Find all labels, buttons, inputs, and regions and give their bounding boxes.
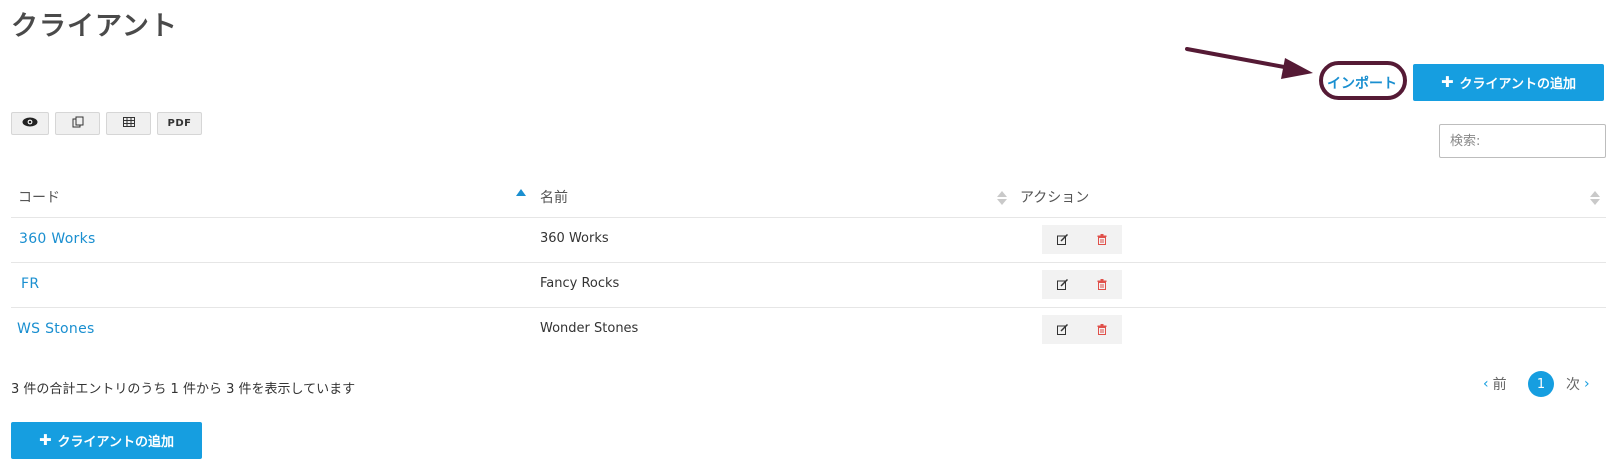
sort-icon[interactable] <box>997 190 1007 206</box>
table-info: 3 件の合計エントリのうち 1 件から 3 件を表示しています <box>11 382 356 397</box>
client-code-link[interactable]: 360 Works <box>19 231 96 247</box>
table-row: 360 Works 360 Works <box>11 218 1606 262</box>
edit-icon[interactable] <box>1052 275 1072 295</box>
add-client-button-top[interactable]: ✚ クライアントの追加 <box>1413 64 1604 101</box>
row-actions <box>1042 270 1122 299</box>
sort-ascending-icon[interactable] <box>516 189 526 196</box>
table-row: FR Fancy Rocks <box>11 263 1606 307</box>
client-code-link[interactable]: WS Stones <box>17 321 95 337</box>
client-name: Wonder Stones <box>540 321 639 336</box>
eye-icon <box>22 117 38 130</box>
plus-icon: ✚ <box>1440 73 1454 91</box>
table-icon <box>122 117 135 130</box>
table-row: WS Stones Wonder Stones <box>11 308 1606 352</box>
delete-icon[interactable] <box>1092 230 1112 250</box>
client-code-link[interactable]: FR <box>21 276 39 292</box>
plus-icon: ✚ <box>38 431 52 449</box>
pagination-page-1[interactable]: 1 <box>1528 371 1554 397</box>
add-client-button-bottom[interactable]: ✚ クライアントの追加 <box>11 422 202 459</box>
row-actions <box>1042 225 1122 254</box>
column-header-actions[interactable]: アクション <box>1020 187 1089 207</box>
sort-icon[interactable] <box>1590 190 1600 206</box>
delete-icon[interactable] <box>1092 275 1112 295</box>
chevron-right-icon: › <box>1584 376 1590 392</box>
pagination-prev[interactable]: ‹ 前 <box>1483 371 1507 397</box>
pagination-next[interactable]: 次 › <box>1566 371 1590 397</box>
pdf-button[interactable]: PDF <box>157 112 202 135</box>
edit-icon[interactable] <box>1052 320 1072 340</box>
column-header-code[interactable]: コード <box>18 187 60 207</box>
page-title: クライアント <box>11 11 178 42</box>
copy-icon <box>72 116 84 131</box>
add-client-label: クライアントの追加 <box>1459 77 1577 92</box>
client-name: 360 Works <box>540 231 609 246</box>
excel-button[interactable] <box>106 112 151 135</box>
add-client-label: クライアントの追加 <box>57 435 175 450</box>
next-label: 次 <box>1566 377 1580 393</box>
prev-label: 前 <box>1492 377 1507 393</box>
edit-icon[interactable] <box>1052 230 1072 250</box>
copy-button[interactable] <box>55 112 100 135</box>
delete-icon[interactable] <box>1092 320 1112 340</box>
row-actions <box>1042 315 1122 344</box>
column-header-name[interactable]: 名前 <box>540 187 568 207</box>
chevron-left-icon: ‹ <box>1483 376 1489 392</box>
import-link[interactable]: インポート <box>1320 68 1404 98</box>
annotation-arrow <box>1185 47 1313 79</box>
client-name: Fancy Rocks <box>540 276 620 291</box>
column-visibility-button[interactable] <box>11 112 49 135</box>
search-input[interactable] <box>1439 124 1606 158</box>
